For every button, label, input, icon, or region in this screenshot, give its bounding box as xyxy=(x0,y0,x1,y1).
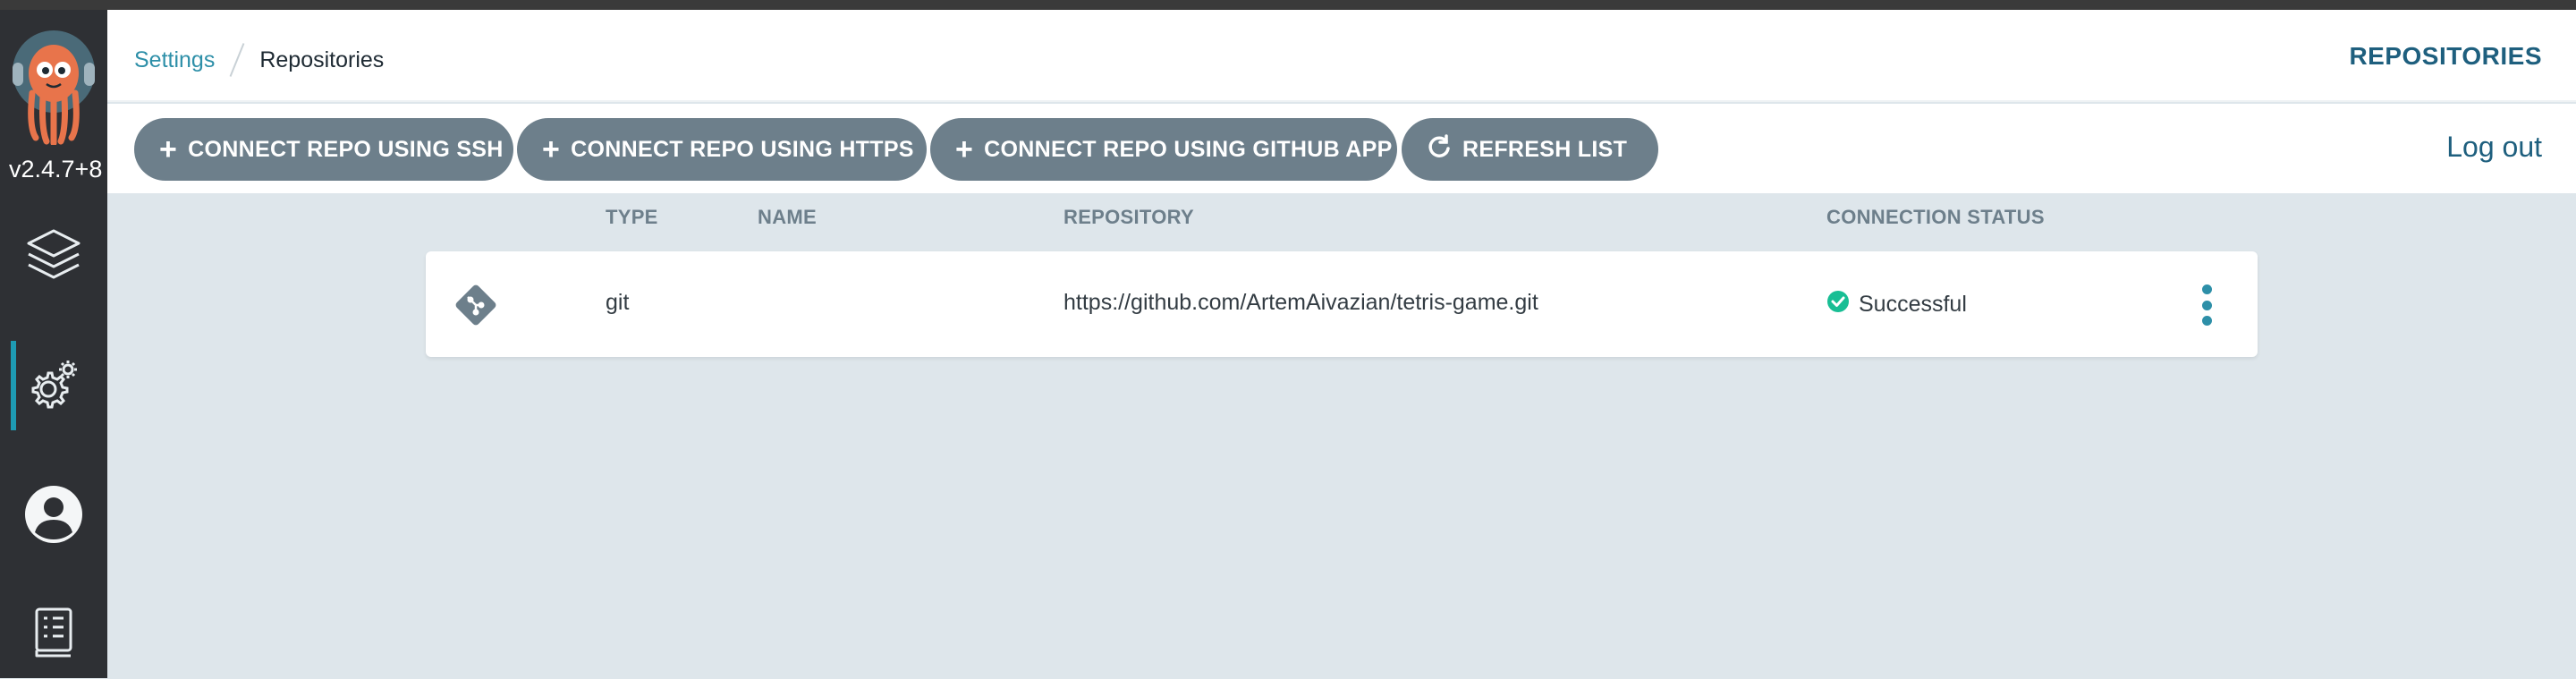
page-header: Settings Repositories REPOSITORIES xyxy=(107,10,2576,102)
refresh-icon xyxy=(1427,133,1462,166)
status-label: Successful xyxy=(1859,292,1967,317)
plus-icon: + xyxy=(955,132,974,166)
toolbar: + CONNECT REPO USING SSH + CONNECT REPO … xyxy=(107,104,2576,193)
refresh-label: REFRESH LIST xyxy=(1462,136,1628,162)
row-actions-menu-icon[interactable] xyxy=(2200,284,2213,326)
plus-icon: + xyxy=(159,132,178,166)
breadcrumb-settings-link[interactable]: Settings xyxy=(134,47,215,73)
user-icon xyxy=(23,484,84,549)
connect-repo-github-app-button[interactable]: + CONNECT REPO USING GITHUB APP xyxy=(930,118,1397,181)
sidebar-item-settings[interactable] xyxy=(0,341,107,430)
breadcrumb: Settings Repositories xyxy=(134,42,384,78)
connect-ssh-label: CONNECT REPO USING SSH xyxy=(188,136,504,162)
logout-link[interactable]: Log out xyxy=(2446,131,2542,164)
book-icon xyxy=(31,606,76,664)
gear-icon xyxy=(25,355,82,417)
column-header-name: NAME xyxy=(758,206,817,228)
sidebar-item-user-info[interactable] xyxy=(0,471,107,561)
layers-icon xyxy=(25,225,82,287)
row-repository-link[interactable]: https://github.com/ArtemAivazian/tetris-… xyxy=(1063,290,1538,316)
breadcrumb-separator xyxy=(229,43,245,77)
row-type: git xyxy=(606,290,630,315)
sidebar: v2.4.7+8 xyxy=(0,10,107,678)
page-title: REPOSITORIES xyxy=(2349,42,2542,70)
breadcrumb-current: Repositories xyxy=(259,47,385,72)
connect-repo-ssh-button[interactable]: + CONNECT REPO USING SSH xyxy=(134,118,513,181)
table-header: TYPE NAME REPOSITORY CONNECTION STATUS xyxy=(0,206,2576,233)
row-connection-status: Successful xyxy=(1826,290,1967,319)
git-icon xyxy=(453,282,499,328)
column-header-connection-status: CONNECTION STATUS xyxy=(1826,206,2045,228)
refresh-list-button[interactable]: REFRESH LIST xyxy=(1402,118,1658,181)
window-top-strip xyxy=(0,0,2576,10)
version-label: v2.4.7+8 xyxy=(9,156,103,182)
connect-github-app-label: CONNECT REPO USING GITHUB APP xyxy=(984,136,1393,162)
argo-logo-icon[interactable] xyxy=(9,29,98,147)
column-header-repository: REPOSITORY xyxy=(1063,206,1195,228)
connect-repo-https-button[interactable]: + CONNECT REPO USING HTTPS xyxy=(517,118,927,181)
sidebar-item-documentation[interactable] xyxy=(0,590,107,679)
plus-icon: + xyxy=(542,132,561,166)
column-header-type: TYPE xyxy=(606,206,658,228)
check-circle-icon xyxy=(1826,290,1850,319)
connect-https-label: CONNECT REPO USING HTTPS xyxy=(571,136,914,162)
table-row[interactable]: git https://github.com/ArtemAivazian/tet… xyxy=(426,251,2258,357)
